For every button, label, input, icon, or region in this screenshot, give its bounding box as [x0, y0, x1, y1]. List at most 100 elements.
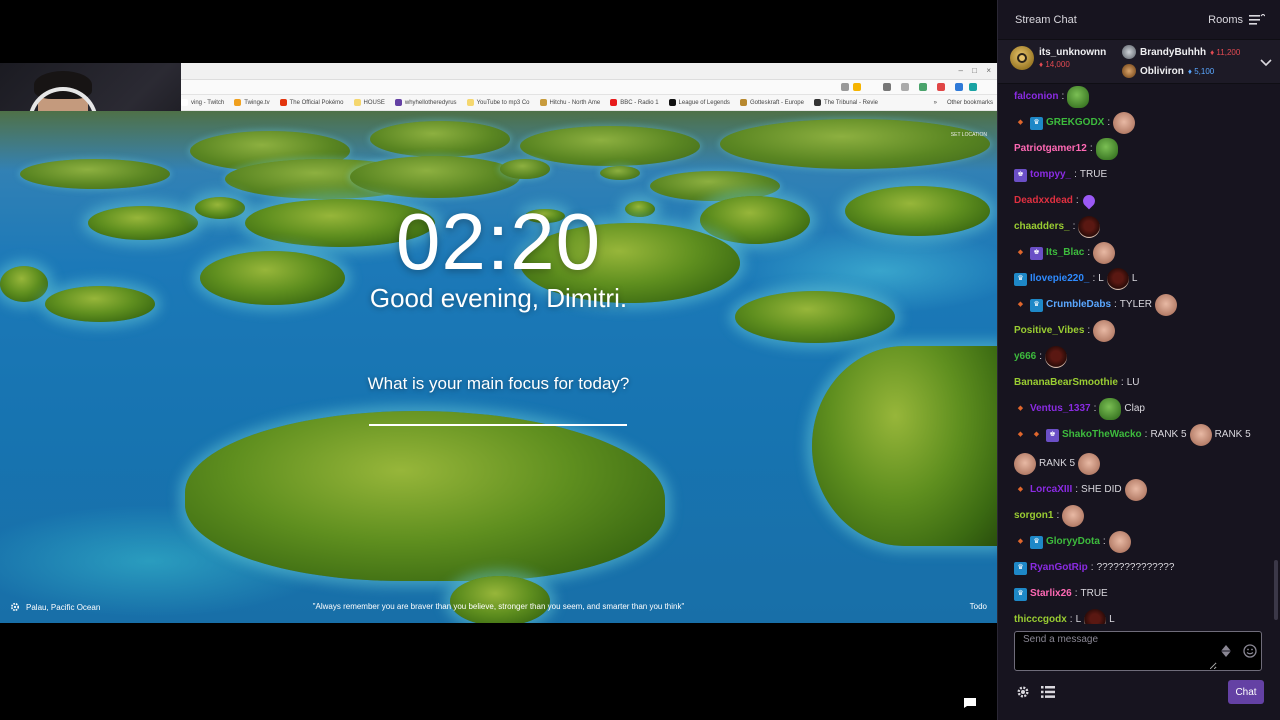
chat-username[interactable]: Starlix26 — [1030, 581, 1072, 607]
bits-badge-icon[interactable]: ◆ — [1014, 403, 1027, 416]
chat-username[interactable]: tompyy_ — [1030, 162, 1071, 188]
face-emote-icon[interactable] — [1093, 242, 1116, 264]
chat-username[interactable]: GloryyDota — [1046, 529, 1100, 555]
chat-username[interactable]: Positive_Vibes — [1014, 318, 1084, 344]
crown-badge-icon[interactable]: ♛ — [1030, 535, 1043, 549]
crown-badge-icon[interactable]: ♛ — [1030, 116, 1043, 130]
dark-emote-icon[interactable] — [1078, 216, 1101, 238]
bits-badge-icon[interactable]: ◆ — [1014, 117, 1027, 130]
dark-emote-icon[interactable] — [1084, 609, 1107, 624]
bookmark-item[interactable]: YouTube to mp3 Co — [466, 99, 530, 106]
chat-message-text: TRUE — [1080, 588, 1108, 599]
crown-badge-icon[interactable]: ♛ — [1014, 587, 1027, 601]
face-emote-icon[interactable] — [1113, 112, 1136, 134]
emote-smiley-icon[interactable] — [1243, 644, 1257, 658]
bookmark-item[interactable]: Twinge.tv — [234, 99, 270, 106]
send-chat-button[interactable]: Chat — [1228, 680, 1264, 704]
chat-username[interactable]: y666 — [1014, 344, 1036, 370]
chat-username[interactable]: ShakoTheWacko — [1062, 422, 1142, 448]
bookmark-item[interactable]: Hitchu - North Ame — [539, 99, 601, 106]
face-emote-icon[interactable] — [1014, 453, 1036, 475]
face-emote-icon[interactable] — [1124, 479, 1147, 501]
chat-username[interactable]: BananaBearSmoothie — [1014, 370, 1118, 396]
bookmark-item[interactable]: BBC - Radio 1 — [610, 99, 659, 106]
chat-username[interactable]: RyanGotRip — [1030, 555, 1088, 581]
chat-username[interactable]: Deadxxdead — [1014, 188, 1073, 214]
crown-badge-icon[interactable]: ♛ — [1014, 272, 1027, 286]
bookmark-label: Hitchu - North Ame — [549, 99, 601, 106]
crown-badge-icon[interactable]: ♛ — [1030, 298, 1043, 312]
stream-video[interactable]: – □ × ving - Twitch Twinge.tv The Official… — [0, 0, 997, 720]
focus-input[interactable] — [369, 400, 627, 426]
chat-title: Stream Chat — [1015, 13, 1077, 26]
face-emote-icon[interactable] — [1093, 320, 1116, 342]
prime-badge-icon[interactable]: ♚ — [1014, 168, 1027, 182]
pepe-emote-icon[interactable] — [1099, 398, 1122, 420]
bookmark-item[interactable]: The Tribunal - Revie — [813, 99, 878, 106]
chat-message: chaadders_: — [1014, 214, 1271, 240]
viewer-list-button[interactable] — [1039, 683, 1057, 701]
bits-icon[interactable] — [1220, 644, 1232, 658]
bits-badge-icon[interactable]: ◆ — [1014, 299, 1027, 312]
leaderboard-third[interactable]: Obliviron ♦ 5,100 — [1122, 64, 1240, 78]
face-emote-icon[interactable] — [1062, 505, 1085, 527]
other-bookmarks-folder[interactable]: Other bookmarks — [947, 100, 997, 106]
more-bookmarks-button[interactable]: » — [934, 100, 937, 106]
island — [350, 156, 520, 198]
chat-username[interactable]: Patriotgamer12 — [1014, 136, 1087, 162]
bits-badge-icon[interactable]: ◆ — [1030, 429, 1043, 442]
chat-input[interactable] — [1017, 634, 1217, 670]
chat-username[interactable]: LorcaXIII — [1030, 477, 1072, 503]
rooms-button[interactable]: Rooms — [1208, 13, 1265, 26]
chat-messages[interactable]: falconion: ◆ ♛ GREKGODX: Patriotgamer12: ♚ tom… — [998, 84, 1280, 624]
pepe-emote-icon[interactable] — [1067, 86, 1090, 108]
face-emote-icon[interactable] — [1078, 453, 1101, 475]
chat-scrollbar[interactable] — [1274, 560, 1278, 620]
chat-username[interactable]: thicccgodx — [1014, 607, 1067, 624]
chat-username[interactable]: falconion — [1014, 84, 1058, 110]
face-emote-icon[interactable] — [1155, 294, 1178, 316]
dark-emote-icon[interactable] — [1045, 346, 1068, 368]
bookmark-item[interactable]: whyhellotheredyrus — [394, 99, 457, 106]
bookmark-item[interactable]: League of Legends — [668, 99, 730, 106]
chat-separator: : — [1087, 247, 1091, 258]
bits-leaderboard[interactable]: its_unknownn ♦ 14,000 BrandyBuhhh ♦ 11,2… — [998, 40, 1280, 84]
heart-emote-icon[interactable] — [1080, 192, 1098, 210]
prime-badge-icon[interactable]: ♚ — [1046, 428, 1059, 442]
chat-message-text: RANK 5 — [1039, 458, 1076, 469]
chat-settings-button[interactable] — [1014, 683, 1032, 701]
chat-username[interactable]: Ilovepie220_ — [1030, 266, 1089, 292]
chat-username[interactable]: Ventus_1337 — [1030, 396, 1091, 422]
bookmark-item[interactable]: Gotteskraft - Europe — [739, 99, 804, 106]
chat-username[interactable]: GREKGODX — [1046, 110, 1104, 136]
chat-message: ◆ Ventus_1337: Clap — [1014, 396, 1271, 422]
bookmark-item[interactable]: ving - Twitch — [181, 99, 224, 106]
face-emote-icon[interactable] — [1108, 531, 1131, 553]
island — [720, 119, 990, 169]
set-location-link[interactable]: SET LOCATION — [951, 132, 987, 138]
bookmark-item[interactable]: HOUSE — [353, 99, 385, 106]
chat-toggle-button[interactable] — [955, 690, 985, 716]
bits-badge-icon[interactable]: ◆ — [1014, 484, 1027, 497]
chat-message: Deadxxdead: — [1014, 188, 1271, 214]
pepe-emote-icon[interactable] — [1095, 138, 1118, 160]
chat-username[interactable]: CrumbleDabs — [1046, 292, 1111, 318]
bits-badge-icon[interactable]: ◆ — [1014, 536, 1027, 549]
chat-username[interactable]: Its_Blac — [1046, 240, 1084, 266]
bookmark-item[interactable]: The Official Pokémo — [279, 99, 344, 106]
dark-emote-icon[interactable] — [1106, 268, 1129, 290]
face-emote-icon[interactable] — [1189, 424, 1212, 446]
leaderboard-collapse-button[interactable] — [1260, 54, 1272, 72]
chat-input-box[interactable] — [1014, 631, 1262, 671]
bits-badge-icon[interactable]: ◆ — [1014, 247, 1027, 260]
chat-username[interactable]: chaadders_ — [1014, 214, 1070, 240]
bits-badge-icon[interactable]: ◆ — [1014, 429, 1027, 442]
prime-badge-icon[interactable]: ♚ — [1030, 246, 1043, 260]
chat-separator: : — [1075, 484, 1079, 495]
leaderboard-first[interactable]: its_unknownn ♦ 14,000 — [1010, 46, 1106, 70]
crown-badge-icon[interactable]: ♛ — [1014, 561, 1027, 575]
leaderboard-second[interactable]: BrandyBuhhh ♦ 11,200 — [1122, 45, 1240, 59]
chat-username[interactable]: sorgon1 — [1014, 503, 1053, 529]
todo-button[interactable]: Todo — [970, 602, 987, 611]
extension-icon — [841, 83, 849, 91]
